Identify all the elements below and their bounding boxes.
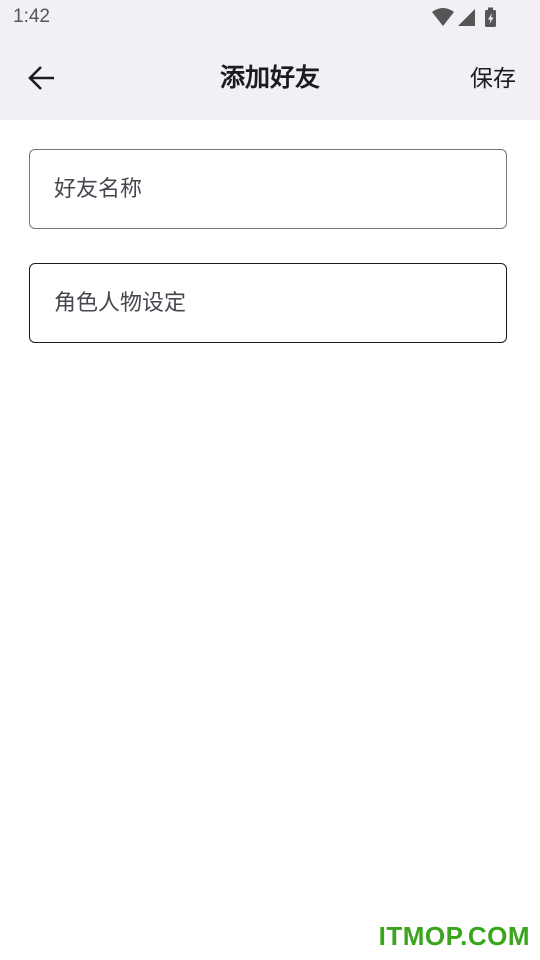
save-button[interactable]: 保存 bbox=[470, 62, 516, 96]
friend-name-field[interactable] bbox=[29, 149, 507, 229]
app-bar: 添加好友 保存 bbox=[0, 36, 540, 120]
character-setting-field[interactable] bbox=[29, 263, 507, 343]
cellular-signal-icon bbox=[458, 9, 475, 26]
battery-charging-icon bbox=[485, 7, 496, 27]
watermark: ITMOP.COM bbox=[378, 921, 530, 951]
character-setting-input[interactable] bbox=[30, 264, 506, 342]
status-time: 1:42 bbox=[13, 6, 50, 27]
status-icons bbox=[432, 7, 502, 29]
status-bar: 1:42 bbox=[0, 0, 540, 36]
status-icons-svg bbox=[432, 7, 496, 27]
wifi-icon bbox=[432, 8, 454, 26]
friend-name-input[interactable] bbox=[30, 150, 506, 228]
page-title: 添加好友 bbox=[219, 63, 320, 92]
back-button[interactable] bbox=[22, 58, 62, 98]
arrow-back-icon bbox=[28, 66, 54, 90]
